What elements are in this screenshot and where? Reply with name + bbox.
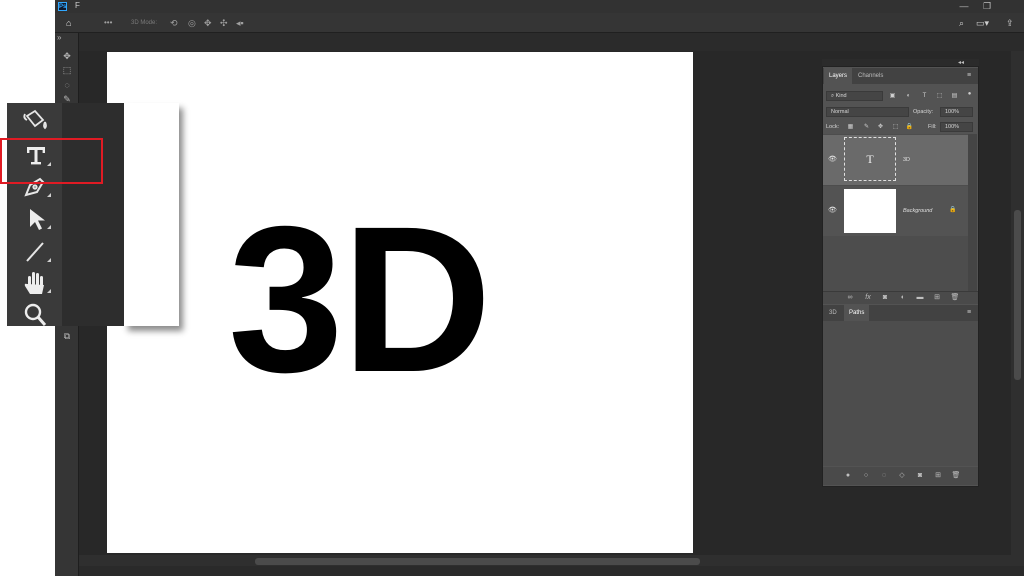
delete-path-icon[interactable]: 🗑	[951, 471, 961, 480]
zoom-tool-icon[interactable]	[18, 301, 54, 329]
more-options-button[interactable]: •••	[104, 13, 112, 33]
fill-path-icon[interactable]: ●	[843, 471, 853, 480]
add-mask-icon[interactable]: ◙	[880, 293, 890, 302]
lock-label: Lock:	[826, 124, 840, 130]
new-layer-icon[interactable]: ⊞	[932, 293, 942, 302]
layer-name-3d[interactable]: 3D	[903, 157, 910, 163]
paths-panel-menu-icon[interactable]: ≡	[967, 309, 971, 316]
paint-bucket-icon[interactable]	[18, 108, 54, 136]
zoom-inset-canvas-edge	[124, 103, 179, 326]
delete-layer-icon[interactable]: 🗑	[950, 293, 960, 302]
make-path-icon[interactable]: ◇	[897, 471, 907, 480]
link-layers-icon[interactable]: ∞	[845, 293, 855, 302]
fill-value: 100%	[945, 124, 960, 130]
options-bar	[55, 13, 1024, 33]
collapse-toolbar-button[interactable]: »	[57, 33, 61, 42]
line-tool-icon[interactable]	[18, 238, 54, 266]
menu-file[interactable]: F	[75, 1, 80, 10]
slide-icon[interactable]: ✣	[220, 13, 228, 33]
tab-layers[interactable]: Layers	[824, 68, 853, 84]
share-icon[interactable]: ⇪	[1006, 13, 1014, 33]
tab-channels[interactable]: Channels	[853, 68, 888, 84]
canvas-text-3d: 3D	[228, 184, 492, 416]
fill-label: Fill:	[928, 124, 937, 130]
pan-icon[interactable]: ✥	[204, 13, 212, 33]
paths-list	[823, 321, 978, 466]
opacity-value: 100%	[945, 109, 960, 115]
hand-tool-icon[interactable]	[18, 269, 54, 297]
3d-mode-label: 3D Mode:	[131, 20, 158, 26]
minimize-button[interactable]: —	[958, 0, 970, 13]
vertical-scrollbar-thumb[interactable]	[1014, 210, 1021, 380]
stroke-path-icon[interactable]: ○	[861, 471, 871, 480]
blend-mode-select[interactable]: Normal	[826, 107, 909, 117]
scale-icon[interactable]: ◂▪	[236, 13, 244, 33]
fx-icon[interactable]: fx	[863, 293, 873, 302]
filter-toggle-icon[interactable]: ●	[965, 89, 974, 99]
lasso-icon[interactable]: ◌	[58, 79, 76, 91]
tab-paths[interactable]: Paths	[844, 305, 870, 321]
roll-icon[interactable]: ◎	[188, 13, 196, 33]
text-layer-icon: T	[866, 152, 874, 166]
filter-kind-label: Kind	[835, 93, 847, 99]
layer-name-background[interactable]: Background	[903, 208, 932, 214]
layer-lock-icon: 🔒	[949, 207, 957, 213]
collapse-panels-button[interactable]: ◂◂	[958, 59, 964, 66]
lock-position-icon[interactable]: ✥	[876, 122, 885, 132]
filter-pixel-icon[interactable]: ▣	[888, 91, 897, 101]
home-icon[interactable]: ⌂	[66, 13, 71, 33]
tab-3d[interactable]: 3D	[824, 305, 842, 321]
filter-type-icon[interactable]: T	[920, 91, 929, 101]
lock-image-icon[interactable]: ✎	[862, 122, 871, 132]
screen-mode-icon[interactable]: ⧉	[58, 330, 76, 342]
document-tab-strip	[55, 33, 1024, 51]
layer-thumbnail-background	[844, 189, 896, 233]
opacity-label: Opacity:	[913, 109, 934, 115]
layer-thumbnail-text: T	[844, 137, 896, 181]
load-selection-icon[interactable]: ◌	[879, 471, 889, 480]
workspace-icon[interactable]: ▭▾	[976, 13, 989, 33]
zoom-inset-work-area	[62, 103, 124, 326]
adjustment-layer-icon[interactable]: ◐	[898, 293, 908, 302]
lock-artboard-icon[interactable]: ⬚	[891, 122, 900, 132]
photoshop-logo: Ps	[58, 2, 67, 11]
lock-transparent-icon[interactable]: ▦	[846, 122, 855, 132]
layer-filter-select[interactable]: ⌕ Kind	[826, 91, 883, 101]
visibility-eye-icon[interactable]: 👁	[828, 206, 837, 214]
move-icon[interactable]: ✥	[58, 50, 76, 62]
horizontal-scrollbar-thumb[interactable]	[255, 558, 700, 565]
marquee-icon[interactable]: ⬚	[58, 64, 76, 76]
filter-adjustment-icon[interactable]: ◐	[904, 91, 913, 101]
menu-bar	[55, 0, 1024, 13]
status-bar	[79, 566, 1024, 576]
search-icon[interactable]: ⌕	[959, 13, 964, 33]
visibility-eye-icon[interactable]: 👁	[828, 155, 837, 163]
blend-mode-value: Normal	[831, 109, 849, 115]
lock-all-icon[interactable]: 🔒	[905, 122, 914, 132]
filter-smart-object-icon[interactable]: ▤	[950, 91, 959, 101]
orbit-icon[interactable]: ⟲	[170, 13, 178, 33]
add-mask-icon[interactable]: ◙	[915, 471, 925, 480]
filter-shape-icon[interactable]: ⬚	[935, 91, 944, 101]
layers-list-scrollbar[interactable]	[968, 134, 977, 292]
path-selection-icon[interactable]	[18, 205, 54, 233]
new-group-icon[interactable]: ▬	[915, 293, 925, 302]
new-path-icon[interactable]: ⊞	[933, 471, 943, 480]
type-tool-highlight	[0, 138, 103, 184]
restore-button[interactable]: ❐	[981, 0, 993, 13]
fill-input[interactable]: 100%	[940, 122, 973, 132]
layers-panel-menu-icon[interactable]: ≡	[967, 72, 971, 79]
opacity-input[interactable]: 100%	[940, 107, 973, 117]
